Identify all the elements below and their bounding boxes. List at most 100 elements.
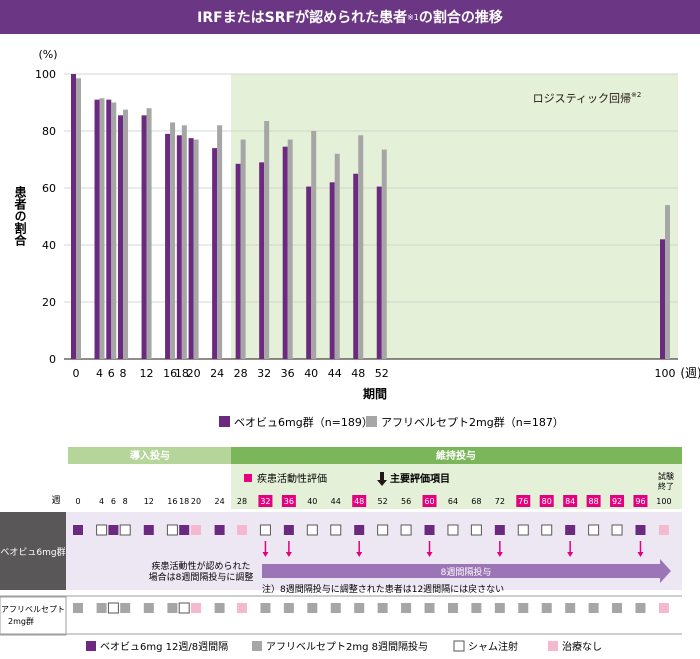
row-b-marker bbox=[178, 602, 190, 614]
bar-chart: 020406080100 0 4 6 8 12 161820 24 28 32 36 40 44 48 5… bbox=[13, 48, 700, 429]
row-b-marker bbox=[494, 603, 505, 613]
row-b-marker bbox=[565, 603, 576, 613]
bar-beovu bbox=[118, 115, 124, 359]
x-tick-label: 8 bbox=[120, 367, 127, 380]
week-tick-label: 24 bbox=[215, 497, 225, 506]
y-tick-label: 20 bbox=[42, 296, 56, 309]
week-tick-label: 18 bbox=[179, 497, 189, 506]
legend-s-label: シャム注射 bbox=[468, 640, 518, 653]
row-a-marker bbox=[73, 525, 83, 535]
schedule-legend: ベオビュ6mg 12週/8週間隔 アフリベルセプト2mg 8週間隔投与 シャム注… bbox=[86, 640, 602, 653]
bar-beovu bbox=[282, 146, 288, 359]
bar-beovu bbox=[165, 133, 171, 359]
logistic-regression-text: ロジスティック回帰 bbox=[533, 92, 631, 105]
week-tick-label: 40 bbox=[307, 497, 317, 506]
week-tick-label: 8 bbox=[123, 497, 128, 506]
row-a-marker bbox=[283, 525, 294, 535]
legend-g-label: アフリベルセプト2mg 8週間隔投与 bbox=[266, 640, 428, 653]
x-tick-label: 44 bbox=[328, 367, 342, 380]
row-b-marker bbox=[658, 603, 669, 613]
logistic-regression-sup: ※2 bbox=[631, 91, 641, 99]
x-unit: (週) bbox=[680, 366, 700, 380]
bar-aflibercept bbox=[381, 149, 387, 359]
eight-week-arrow-label: 8週間隔投与 bbox=[441, 566, 492, 578]
bar-beovu bbox=[71, 74, 76, 359]
x-tick-label: 24 bbox=[210, 367, 224, 380]
row-b-marker bbox=[612, 603, 623, 613]
week-tick-label: 96 bbox=[635, 497, 645, 506]
legend-label-b: アフリベルセプト2mg群（n=187） bbox=[381, 415, 564, 429]
bar-aflibercept bbox=[358, 135, 364, 359]
week-tick-label: 84 bbox=[565, 497, 575, 506]
bar-aflibercept bbox=[264, 121, 270, 360]
bar-aflibercept bbox=[181, 125, 187, 359]
week-tick-label: 64 bbox=[448, 497, 458, 506]
x-tick-label: 100 bbox=[655, 367, 676, 380]
bar-beovu bbox=[329, 182, 335, 359]
y-tick-label: 100 bbox=[35, 68, 56, 81]
assess-label: 疾患活動性評価 bbox=[257, 472, 327, 485]
legend-n-label: 治療なし bbox=[562, 640, 602, 653]
x-tick-label: 32 bbox=[257, 367, 271, 380]
logistic-regression-region bbox=[231, 74, 678, 359]
row-a-marker bbox=[237, 525, 247, 535]
legend-s-swatch bbox=[453, 640, 465, 652]
week-tick-label: 60 bbox=[424, 497, 434, 506]
note-adjust-2: 場合は8週間隔投与に調整 bbox=[149, 571, 254, 583]
row-a-marker bbox=[306, 524, 318, 536]
row-a-marker bbox=[494, 525, 505, 535]
bar-beovu bbox=[141, 115, 147, 359]
x-tick-label: 20 bbox=[187, 367, 201, 380]
week-tick-label: 92 bbox=[612, 497, 622, 506]
row-a-marker bbox=[179, 525, 190, 535]
week-tick-label: 6 bbox=[111, 497, 116, 506]
x-axis: 0 4 6 8 12 161820 24 28 32 36 40 44 48 52 100 bbox=[73, 367, 676, 380]
row-b-marker bbox=[167, 603, 178, 613]
x-tick-label: 28 bbox=[234, 367, 248, 380]
dosing-schedule: 導入投与 維持投与 疾患活動性評価 主要評価項目 試験 終了 週 0 4 6 8 12 1… bbox=[0, 447, 682, 653]
logistic-regression-label: ロジスティック回帰※2 bbox=[533, 91, 642, 105]
primary-label: 主要評価項目 bbox=[390, 472, 450, 485]
row-a-marker bbox=[470, 524, 482, 536]
bar-beovu bbox=[212, 148, 218, 359]
row-a-marker bbox=[517, 524, 529, 536]
row-b-marker bbox=[471, 603, 482, 613]
row-a-marker bbox=[565, 525, 576, 535]
row-a-marker bbox=[447, 524, 459, 536]
note-fixed: 注）8週間隔投与に調整された患者は12週間隔には戻さない bbox=[262, 583, 504, 595]
bar-aflibercept bbox=[99, 98, 105, 359]
row-b-marker bbox=[635, 603, 646, 613]
phase-load-label: 導入投与 bbox=[130, 449, 170, 462]
legend-label-a: ベオビュ6mg群（n=189） bbox=[234, 415, 373, 429]
row-a-marker bbox=[108, 525, 119, 535]
bar-aflibercept bbox=[240, 139, 246, 359]
bar-beovu bbox=[259, 162, 265, 359]
row-b-marker bbox=[424, 603, 435, 613]
row-b-marker bbox=[518, 603, 529, 613]
bar-aflibercept bbox=[334, 153, 340, 359]
legend-g-swatch bbox=[252, 641, 262, 651]
row-b-marker bbox=[107, 602, 119, 614]
row-a-marker bbox=[541, 524, 553, 536]
row-a-label: ベオビュ6mg群 bbox=[0, 546, 65, 558]
x-tick-label: 0 bbox=[73, 367, 80, 380]
row-a-marker bbox=[377, 524, 389, 536]
row-a-marker bbox=[330, 524, 342, 536]
row-b-marker bbox=[237, 603, 247, 613]
y-unit: (%) bbox=[38, 48, 57, 61]
row-b-label-2: 2mg群 bbox=[8, 616, 34, 626]
legend-p-label: ベオビュ6mg 12週/8週間隔 bbox=[100, 641, 228, 653]
row-a-marker bbox=[143, 525, 154, 535]
bar-beovu bbox=[353, 173, 359, 359]
week-tick-label: 16 bbox=[167, 497, 177, 506]
week-tick-label: 80 bbox=[542, 497, 552, 506]
row-b-marker bbox=[307, 603, 318, 613]
note-adjust-1: 疾患活動性が認められた bbox=[151, 560, 250, 572]
week-label: 週 bbox=[51, 495, 60, 506]
row-b-marker bbox=[401, 603, 412, 613]
week-tick-label: 56 bbox=[401, 497, 411, 506]
week-tick-label: 12 bbox=[144, 497, 154, 506]
x-axis-label: 期間 bbox=[363, 386, 387, 401]
row-b-marker bbox=[541, 603, 552, 613]
row-a-marker bbox=[424, 525, 435, 535]
